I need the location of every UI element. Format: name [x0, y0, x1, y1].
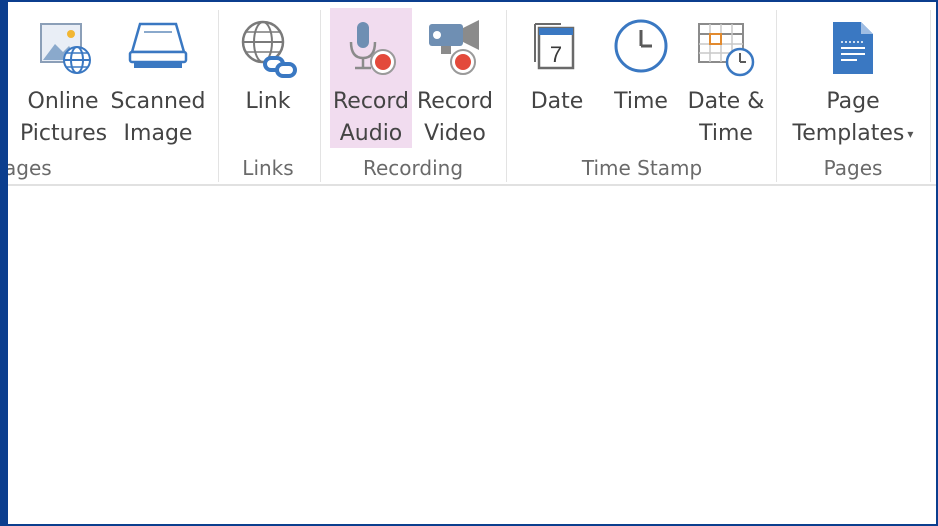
ribbon: Online Pictures Scanned Image ages Link … — [8, 2, 936, 184]
page-templates-label-line2: Templates — [792, 121, 905, 146]
group-label-links: Links — [242, 156, 294, 180]
microphone-record-icon — [343, 18, 399, 88]
scanned-image-label: Scanned Image — [110, 89, 206, 146]
dropdown-arrow-icon[interactable]: ▾ — [907, 127, 913, 141]
group-separator — [320, 10, 321, 182]
link-label: Link — [245, 89, 291, 114]
record-audio-button[interactable]: Record Audio — [330, 8, 412, 148]
date-and-time-label: Date & Time — [687, 89, 765, 146]
link-button[interactable]: Link — [228, 8, 308, 148]
group-separator — [218, 10, 219, 182]
calendar-icon: 7 — [531, 18, 583, 86]
group-label-images: ages — [8, 156, 52, 180]
time-button[interactable]: Time — [600, 8, 682, 148]
group-label-time-stamp: Time Stamp — [581, 156, 703, 180]
scanned-image-button[interactable]: Scanned Image — [110, 8, 206, 148]
date-label: Date — [530, 89, 584, 114]
page-templates-button[interactable]: Page Templates ▾ — [784, 8, 922, 148]
date-and-time-button[interactable]: Date & Time — [684, 8, 768, 148]
calendar-clock-icon — [695, 18, 757, 88]
group-label-pages: Pages — [823, 156, 883, 180]
record-video-button[interactable]: Record Video — [414, 8, 496, 148]
group-separator — [776, 10, 777, 182]
page-templates-label: Page Templates ▾ — [792, 89, 914, 146]
record-video-label: Record Video — [416, 89, 493, 146]
time-label: Time — [614, 89, 668, 114]
link-globe-icon — [237, 18, 299, 88]
page-canvas[interactable] — [8, 186, 936, 524]
clock-icon — [612, 18, 670, 86]
application-window: Online Pictures Scanned Image ages Link … — [8, 2, 936, 524]
online-pictures-button[interactable]: Online Pictures — [20, 8, 108, 148]
online-pictures-label: Online Pictures — [20, 89, 108, 146]
date-button[interactable]: 7 Date — [516, 8, 598, 148]
record-audio-label: Record Audio — [332, 89, 409, 146]
scanner-icon — [126, 18, 190, 86]
video-camera-record-icon — [423, 18, 487, 88]
online-pictures-icon — [33, 18, 93, 86]
group-label-recording: Recording — [362, 156, 464, 180]
page-template-icon — [829, 18, 877, 88]
group-separator — [930, 10, 931, 182]
svg-text:7: 7 — [550, 42, 562, 67]
group-separator — [506, 10, 507, 182]
